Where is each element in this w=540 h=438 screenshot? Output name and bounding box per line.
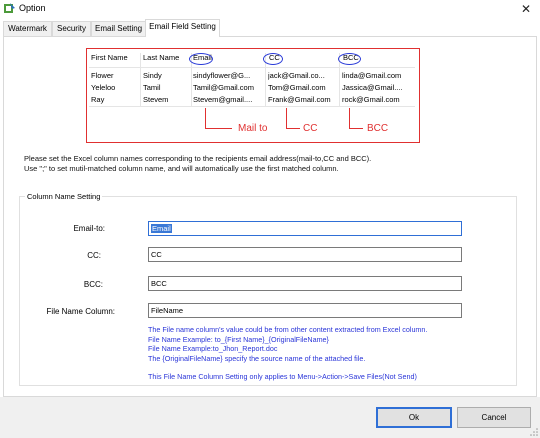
help-line: This File Name Column Setting only appli… — [148, 372, 417, 382]
cell-first-name: Flower — [91, 71, 114, 80]
file-name-help-text: The File name column's value could be fr… — [148, 325, 427, 382]
cell-cc: Frank@Gmail.com — [268, 95, 331, 104]
tab-email-setting[interactable]: Email Setting — [91, 21, 146, 36]
mail-to-bracket — [205, 108, 232, 129]
cell-email: Stevem@gmail.... — [193, 95, 253, 104]
email-to-field[interactable]: Email — [148, 221, 462, 236]
window-title: Option — [19, 3, 46, 13]
header-divider — [89, 67, 415, 68]
ok-button[interactable]: Ok — [376, 407, 452, 428]
bcc-bracket — [349, 108, 363, 129]
tab-security[interactable]: Security — [52, 21, 91, 36]
cc-field[interactable]: CC — [148, 247, 462, 262]
email-highlight-ellipse — [189, 53, 213, 65]
cell-last-name: Stevem — [143, 95, 169, 104]
mail-to-annotation: Mail to — [238, 123, 268, 134]
column-separator — [140, 53, 141, 107]
close-icon[interactable]: ✕ — [512, 0, 540, 18]
cell-email: Tamil@Gmail.com — [193, 83, 254, 92]
cell-first-name: Ray — [91, 95, 105, 104]
file-name-column-label: File Name Column: — [46, 307, 115, 316]
cell-first-name: Yeleloo — [91, 83, 116, 92]
app-icon — [4, 3, 15, 13]
cell-cc: jack@Gmail.co... — [268, 71, 325, 80]
cell-cc: Tom@Gmail.com — [268, 83, 326, 92]
bcc-annotation: BCC — [367, 123, 389, 134]
instruction-line: Please set the Excel column names corres… — [24, 154, 372, 163]
cell-last-name: Tamil — [143, 83, 161, 92]
help-line: The {OriginalFileName} specify the sourc… — [148, 353, 366, 363]
cc-bracket — [286, 108, 300, 129]
cell-email: sindyflower@G... — [193, 71, 251, 80]
column-header-last-name: Last Name — [143, 53, 180, 62]
cell-last-name: Sindy — [143, 71, 162, 80]
cancel-button[interactable]: Cancel — [457, 407, 531, 428]
cell-bcc: Jassica@Gmail.... — [342, 83, 403, 92]
email-to-value: Email — [151, 224, 172, 233]
tab-watermark[interactable]: Watermark — [3, 21, 52, 36]
bcc-highlight-ellipse — [338, 53, 361, 65]
help-line: File Name Example: to_{First Name}_{Orig… — [148, 334, 329, 344]
cell-bcc: rock@Gmail.com — [342, 95, 400, 104]
cell-bcc: linda@Gmail.com — [342, 71, 402, 80]
file-name-column-field[interactable]: FileName — [148, 303, 462, 318]
row-divider — [89, 106, 415, 107]
cc-annotation: CC — [303, 123, 318, 134]
tab-strip: Watermark Security Email Setting Email F… — [3, 19, 537, 37]
resize-grip-icon[interactable] — [530, 428, 538, 436]
instruction-line: Use ";" to set mutil-matched column name… — [24, 164, 339, 173]
cc-label: CC: — [87, 251, 101, 260]
help-line: File Name Example:to_Jhon_Report.doc — [148, 344, 278, 354]
group-legend: Column Name Setting — [25, 192, 103, 201]
instructions-text: Please set the Excel column names corres… — [24, 154, 371, 174]
bcc-field[interactable]: BCC — [148, 276, 462, 291]
column-header-first-name: First Name — [91, 53, 128, 62]
tab-email-field-setting[interactable]: Email Field Setting — [145, 19, 220, 37]
bcc-label: BCC: — [83, 280, 103, 289]
email-to-label: Email-to: — [73, 224, 105, 233]
help-line: The File name column's value could be fr… — [148, 325, 428, 334]
cc-highlight-ellipse — [263, 53, 283, 65]
title-bar: Option ✕ — [0, 0, 540, 18]
